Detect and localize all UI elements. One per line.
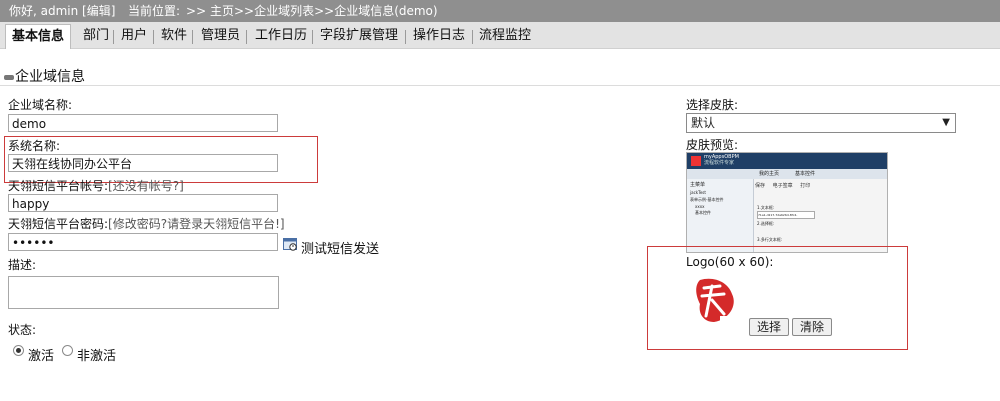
breadcrumb: 当前位置: >> 主页>>企业域列表>>企业域信息(demo) [128,0,444,22]
sms-test-link[interactable]: 测试短信发送 [301,238,379,257]
status-active-label[interactable]: 激活 [28,345,54,364]
breadcrumb-path[interactable]: >> 主页>>企业域列表>>企业域信息(demo) [186,4,438,18]
sms-password-label: 天翎短信平台密码:[修改密码?请登录天翎短信平台!] [8,217,285,231]
tab-separator [246,30,247,44]
change-password-link[interactable]: [修改密码?请登录天翎短信平台!] [108,217,285,231]
tab-work-calendar[interactable]: 工作日历 [255,25,307,47]
skin-preview-image: myAppsOBPM 流程软件专家 我的主页 基本控件 主菜单 jackTest… [686,152,888,253]
greeting-text[interactable]: 你好, admin [编辑] [9,0,115,22]
tab-separator [405,30,406,44]
choose-logo-button[interactable]: 选择 [749,318,789,336]
tab-department[interactable]: 部门 [83,25,109,47]
tab-software[interactable]: 软件 [161,25,187,47]
tab-separator [192,30,193,44]
system-name-label: 系统名称: [8,139,61,153]
section-title: 企业域信息 [4,66,85,86]
skin-preview-label: 皮肤预览: [686,138,739,152]
preview-sidebar: 主菜单 jackTest 表单示例-基本控件 xxxx 基本控件 [687,179,754,252]
status-inactive-label[interactable]: 非激活 [77,345,116,364]
status-label: 状态: [8,323,37,337]
domain-name-label: 企业域名称: [8,98,73,112]
skin-select-label: 选择皮肤: [686,98,739,112]
tab-field-extension[interactable]: 字段扩展管理 [320,25,398,47]
preview-tabbar: 我的主页 基本控件 [687,169,887,179]
description-label: 描述: [8,258,37,272]
tab-process-monitor[interactable]: 流程监控 [479,25,531,47]
logo-label: Logo(60 x 60): [686,255,774,269]
register-account-link[interactable]: [还没有帐号?] [108,179,184,193]
status-active-radio[interactable] [13,345,24,356]
skin-select[interactable]: 默认 ▼ [686,113,956,133]
preview-toolbar: 保存 电子签章 打印 [755,183,811,189]
company-logo-icon [696,278,734,322]
sms-account-label: 天翎短信平台帐号:[还没有帐号?] [8,179,184,193]
clear-logo-button[interactable]: 清除 [792,318,832,336]
preview-brand-sub: 流程软件专家 [704,160,735,166]
status-inactive-radio[interactable] [62,345,73,356]
preview-header: myAppsOBPM 流程软件专家 [687,153,887,169]
tab-operation-log[interactable]: 操作日志 [413,25,465,47]
sms-password-input[interactable]: •••••• [8,233,278,251]
tab-bar: 基本信息 部门 用户 软件 管理员 工作日历 字段扩展管理 操作日志 流程监控 [0,22,1000,49]
sms-test-icon[interactable] [283,237,298,251]
tab-users[interactable]: 用户 [121,25,147,47]
pencil-icon [4,74,14,80]
section-divider [0,85,1000,86]
location-label: 当前位置: [128,4,181,18]
top-bar: 你好, admin [编辑] 当前位置: >> 主页>>企业域列表>>企业域信息(… [0,0,1000,22]
dropdown-arrow-icon: ▼ [942,117,950,128]
description-textarea[interactable] [8,276,279,309]
domain-name-input[interactable]: demo [8,114,278,132]
tab-basic-info[interactable]: 基本信息 [5,24,72,49]
tab-separator [312,30,313,44]
sms-account-input[interactable]: happy [8,194,278,212]
tab-separator [113,30,114,44]
tab-admins[interactable]: 管理员 [201,25,240,47]
tab-separator [472,30,473,44]
system-name-input[interactable]: 天翎在线协同办公平台 [8,154,278,172]
tab-separator [153,30,154,44]
preview-logo-icon [691,156,701,166]
